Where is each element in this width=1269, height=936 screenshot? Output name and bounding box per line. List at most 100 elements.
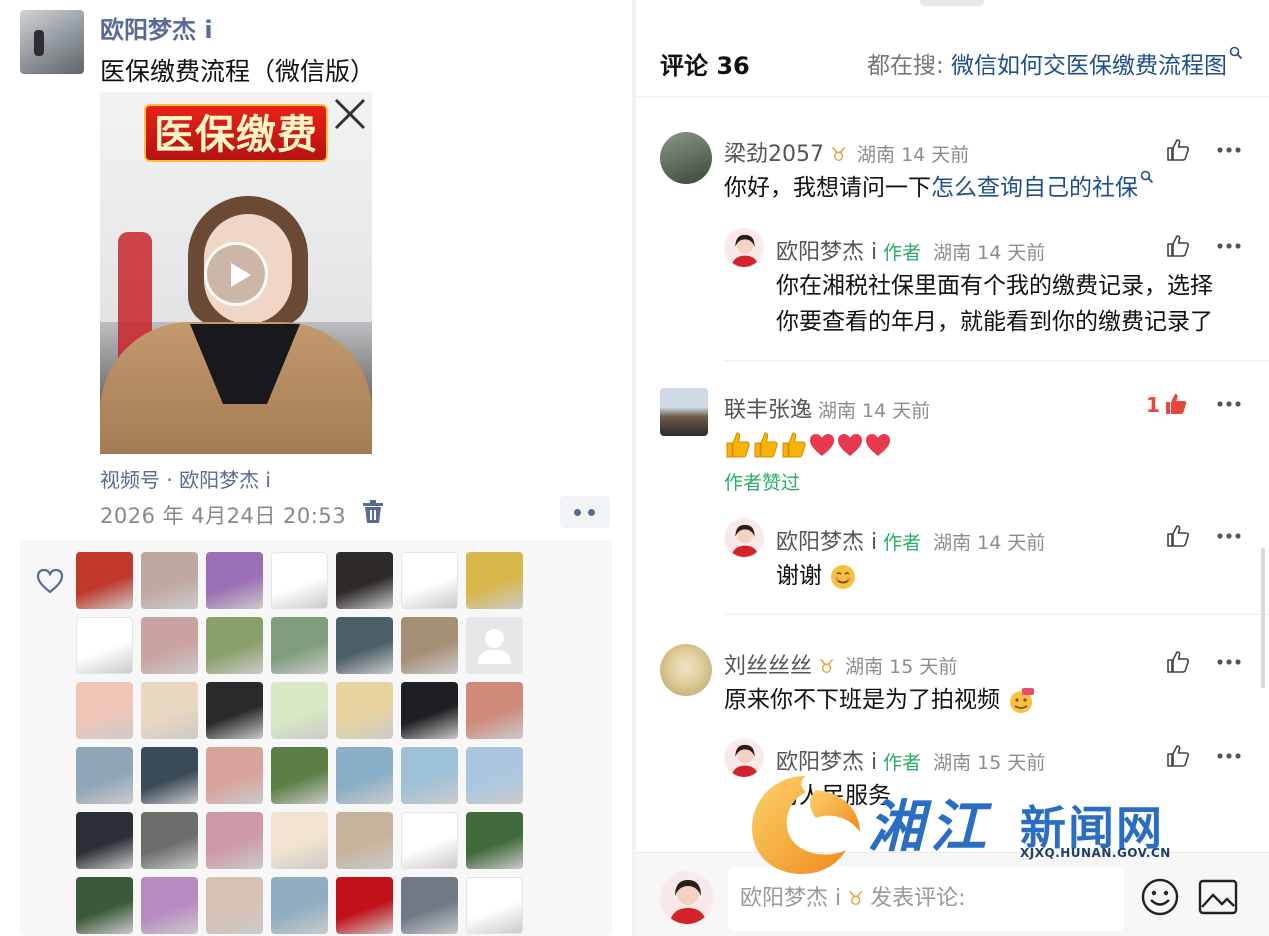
liker-avatar[interactable] bbox=[271, 617, 328, 674]
thumbs-up-icon[interactable] bbox=[1166, 651, 1190, 673]
thumbs-up-icon[interactable] bbox=[1166, 745, 1190, 767]
thumbs-up-icon[interactable] bbox=[1166, 525, 1190, 547]
comment-location-time: 湖南 14 天前 bbox=[857, 144, 970, 166]
commenter-name[interactable]: 刘丝丝丝 bbox=[724, 654, 812, 679]
author-badge: 作者 bbox=[883, 752, 922, 774]
author-avatar[interactable] bbox=[20, 10, 84, 74]
heart-emoji-icon bbox=[866, 433, 890, 456]
replier-name[interactable]: 欧阳梦杰 i bbox=[776, 240, 877, 265]
replier-name[interactable]: 欧阳梦杰 i bbox=[776, 530, 877, 555]
liker-avatar[interactable] bbox=[401, 617, 458, 674]
liker-avatar[interactable] bbox=[206, 552, 263, 609]
scrollbar[interactable] bbox=[1261, 548, 1265, 688]
liker-avatar[interactable] bbox=[271, 552, 328, 609]
comment-text[interactable]: 你好，我想请问一下怎么查询自己的社保 bbox=[724, 170, 1154, 206]
header-divider bbox=[636, 96, 1269, 97]
author-portrait-icon bbox=[725, 519, 763, 557]
comment-search-link[interactable]: 怎么查询自己的社保 bbox=[931, 175, 1138, 201]
image-button-icon[interactable] bbox=[1198, 879, 1238, 915]
liker-avatar[interactable] bbox=[76, 747, 133, 804]
liker-avatar[interactable] bbox=[206, 877, 263, 934]
liker-avatar[interactable] bbox=[206, 812, 263, 869]
channel-link[interactable]: 视频号 · 欧阳梦杰 i bbox=[100, 464, 271, 493]
liker-avatar[interactable] bbox=[336, 877, 393, 934]
liker-avatar[interactable] bbox=[141, 617, 198, 674]
liker-avatar[interactable] bbox=[466, 682, 523, 739]
searching-term[interactable]: 微信如何交医保缴费流程图 bbox=[951, 53, 1227, 79]
author-reply-avatar[interactable] bbox=[724, 518, 764, 558]
commenter-avatar[interactable] bbox=[660, 644, 712, 696]
heart-emoji-icon bbox=[838, 433, 862, 456]
thumbs-up-filled-icon[interactable] bbox=[1164, 393, 1188, 415]
commenter-avatar[interactable] bbox=[660, 132, 712, 184]
author-reply-avatar[interactable] bbox=[724, 228, 764, 268]
liker-avatar[interactable] bbox=[141, 682, 198, 739]
liker-avatar[interactable] bbox=[141, 552, 198, 609]
liker-avatar[interactable] bbox=[466, 812, 523, 869]
more-icon[interactable] bbox=[1216, 400, 1242, 408]
thumbs-up-icon[interactable] bbox=[1166, 139, 1190, 161]
liker-avatar[interactable] bbox=[76, 877, 133, 934]
liker-avatar[interactable] bbox=[336, 682, 393, 739]
play-icon[interactable] bbox=[204, 242, 268, 306]
liker-avatar[interactable] bbox=[336, 617, 393, 674]
more-icon[interactable] bbox=[1216, 658, 1242, 666]
reply-text[interactable]: 谢谢 bbox=[776, 558, 857, 594]
liker-avatar[interactable] bbox=[401, 552, 458, 609]
more-options-button[interactable] bbox=[560, 496, 610, 528]
more-icon[interactable] bbox=[1216, 752, 1242, 760]
thumbs-up-emoji-icon bbox=[726, 431, 750, 457]
likes-panel bbox=[20, 540, 612, 936]
commenter-name[interactable]: 梁劲2057 bbox=[724, 142, 824, 167]
trash-icon[interactable] bbox=[362, 500, 384, 524]
search-icon bbox=[1140, 170, 1154, 184]
thumbs-up-icon[interactable] bbox=[1166, 235, 1190, 257]
liker-avatar[interactable] bbox=[271, 877, 328, 934]
watermark-url: XJXQ.HUNAN.GOV.CN bbox=[1020, 846, 1171, 860]
video-thumbnail[interactable]: 医保缴费 bbox=[100, 92, 372, 454]
liker-avatar[interactable] bbox=[401, 877, 458, 934]
vip-icon: ♉ bbox=[830, 144, 848, 166]
thumbs-up-emoji-icon bbox=[754, 431, 778, 457]
reply-text-line: 你要查看的年月，就能看到你的缴费记录了 bbox=[776, 309, 1213, 335]
dot-icon bbox=[574, 509, 581, 516]
liker-avatar[interactable] bbox=[401, 812, 458, 869]
liker-avatar[interactable] bbox=[206, 617, 263, 674]
sheet-grabber[interactable] bbox=[920, 0, 984, 6]
liker-avatar[interactable] bbox=[206, 747, 263, 804]
comment-emoji-text[interactable] bbox=[724, 426, 892, 462]
liker-avatar[interactable] bbox=[466, 552, 523, 609]
more-icon[interactable] bbox=[1216, 532, 1242, 540]
liker-avatar[interactable] bbox=[336, 747, 393, 804]
commenter-avatar[interactable] bbox=[660, 388, 708, 436]
liker-avatar[interactable] bbox=[401, 747, 458, 804]
liker-avatar[interactable] bbox=[271, 812, 328, 869]
emoji-button-icon[interactable] bbox=[1140, 877, 1180, 917]
liker-avatar[interactable] bbox=[76, 682, 133, 739]
commenter-name[interactable]: 联丰张逸 bbox=[724, 398, 812, 423]
more-icon[interactable] bbox=[1216, 146, 1242, 154]
liker-avatar[interactable] bbox=[76, 552, 133, 609]
liker-avatar[interactable] bbox=[141, 747, 198, 804]
liker-avatar[interactable] bbox=[336, 812, 393, 869]
liker-avatar[interactable] bbox=[141, 812, 198, 869]
trending-search[interactable]: 都在搜: 微信如何交医保缴费流程图 bbox=[867, 46, 1243, 80]
liker-avatar[interactable] bbox=[336, 552, 393, 609]
liker-avatar[interactable] bbox=[271, 682, 328, 739]
liker-avatar[interactable] bbox=[271, 747, 328, 804]
liker-avatar[interactable] bbox=[466, 747, 523, 804]
liker-avatar[interactable] bbox=[206, 682, 263, 739]
comment-composer: 欧阳梦杰 i ♉ 发表评论: bbox=[636, 852, 1269, 936]
liker-avatar[interactable] bbox=[141, 877, 198, 934]
author-name[interactable]: 欧阳梦杰 i bbox=[100, 10, 213, 45]
liker-avatar[interactable] bbox=[401, 682, 458, 739]
liker-avatar[interactable] bbox=[466, 617, 523, 674]
liker-avatar[interactable] bbox=[76, 812, 133, 869]
more-icon[interactable] bbox=[1216, 242, 1242, 250]
reply-text[interactable]: 你在湘税社保里面有个我的缴费记录，选择 你要查看的年月，就能看到你的缴费记录了 bbox=[776, 268, 1213, 340]
comment-text[interactable]: 原来你不下班是为了拍视频 bbox=[724, 682, 1035, 718]
comment-divider bbox=[724, 360, 1269, 361]
liker-avatar[interactable] bbox=[76, 617, 133, 674]
comment-text-plain: 原来你不下班是为了拍视频 bbox=[724, 687, 1000, 713]
liker-avatar[interactable] bbox=[466, 877, 523, 934]
